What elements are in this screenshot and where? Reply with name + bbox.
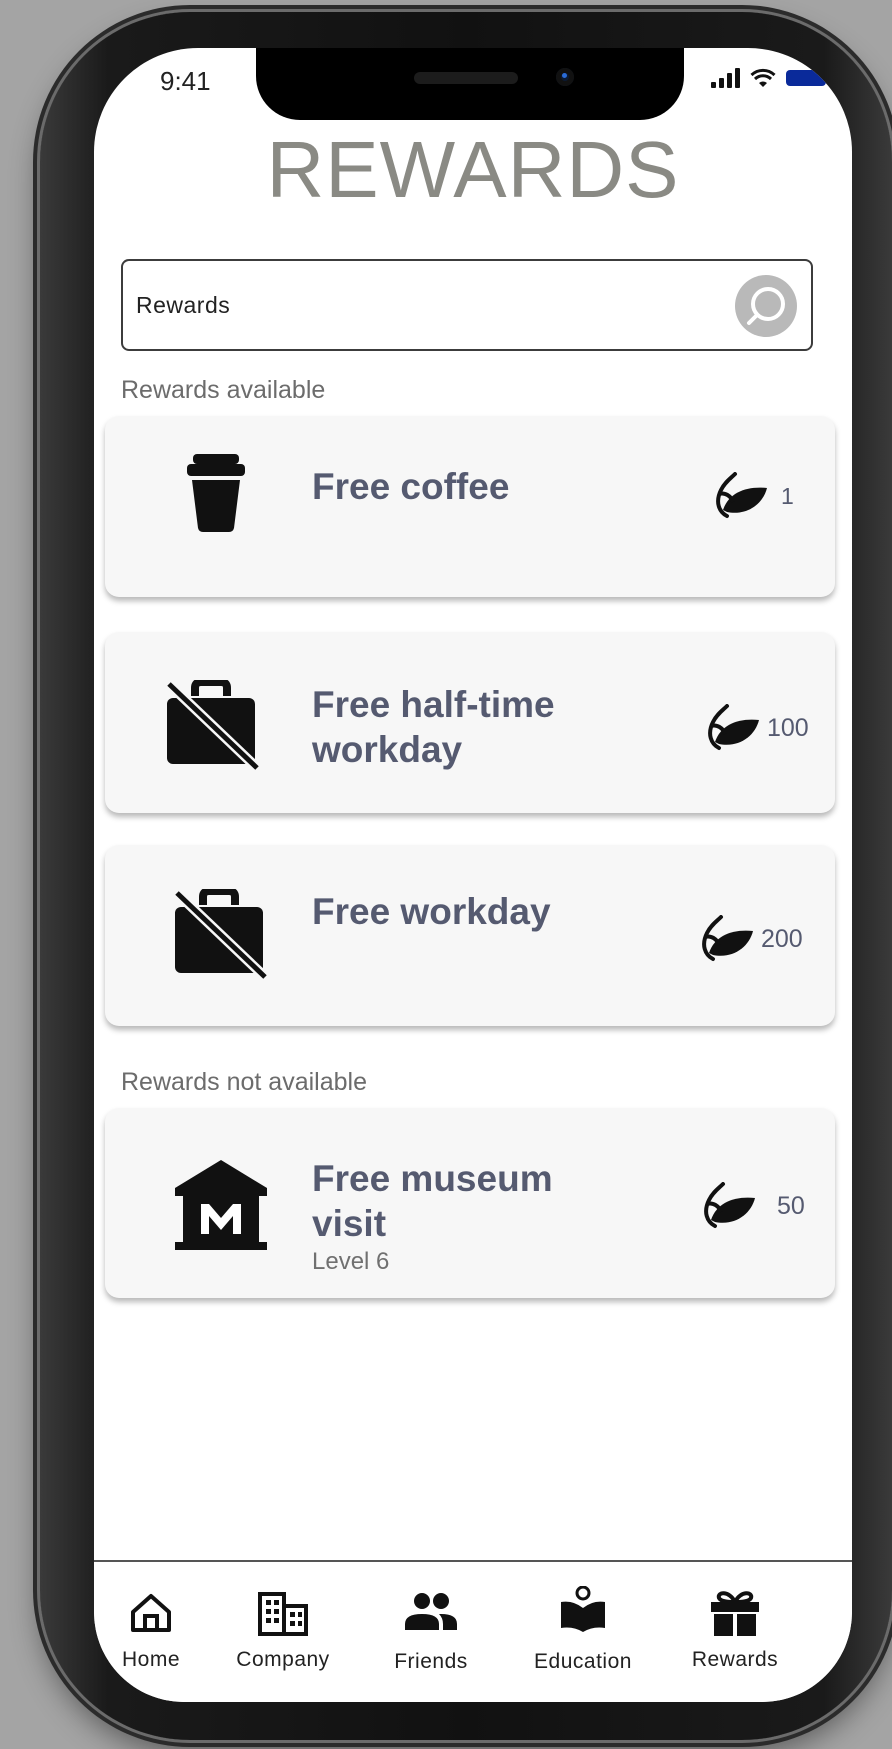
reward-name: Free coffee xyxy=(312,466,510,507)
notch xyxy=(256,48,684,120)
reward-name: Free workday xyxy=(312,891,551,932)
search-icon xyxy=(747,287,785,325)
reward-card-free-half-time-workday[interactable]: Free half-time workday 100 xyxy=(105,632,835,813)
status-time: 9:41 xyxy=(160,66,211,96)
search-input[interactable]: Rewards xyxy=(136,292,230,319)
work-off-icon xyxy=(173,889,269,981)
work-off-icon xyxy=(165,680,261,772)
wifi-icon xyxy=(750,68,776,87)
reward-cost: 50 xyxy=(701,1182,805,1230)
building-icon xyxy=(258,1592,308,1636)
reward-card-free-coffee[interactable]: Free coffee 1 xyxy=(105,416,835,597)
gift-icon xyxy=(711,1591,759,1636)
leaf-points-icon xyxy=(702,915,753,961)
reward-cost-value: 200 xyxy=(761,924,803,953)
leaf-points-icon xyxy=(716,472,767,518)
app-screen: 9:41 REWARDS Rewards Rewards available F… xyxy=(94,48,852,1702)
speaker xyxy=(414,72,518,84)
reward-cost: 200 xyxy=(699,915,803,963)
reward-cost-value: 100 xyxy=(767,713,809,742)
reward-cost-value: 50 xyxy=(777,1191,805,1220)
nav-label: Home xyxy=(121,1648,181,1671)
reward-cost: 1 xyxy=(713,472,794,520)
section-label-available: Rewards available xyxy=(121,376,326,404)
search-field[interactable]: Rewards xyxy=(121,259,813,351)
home-icon xyxy=(131,1594,171,1632)
coffee-cup-icon xyxy=(187,454,245,532)
museum-icon xyxy=(175,1160,267,1250)
nav-label: Education xyxy=(534,1650,632,1673)
front-camera xyxy=(556,68,574,86)
reward-name: Free half-time workday xyxy=(312,684,555,770)
bottom-nav: Home Company Friends Education Rewards xyxy=(94,1562,852,1702)
section-label-unavailable: Rewards not available xyxy=(121,1068,367,1096)
reward-cost: 100 xyxy=(705,704,809,752)
people-icon xyxy=(405,1593,457,1630)
nav-label: Friends xyxy=(394,1650,468,1673)
search-button[interactable] xyxy=(735,275,797,337)
battery-icon xyxy=(786,70,826,86)
leaf-points-icon xyxy=(704,1182,755,1228)
reward-card-free-museum-visit[interactable]: Free museum visit Level 6 50 xyxy=(105,1108,835,1298)
reward-name: Free museum visit xyxy=(312,1158,553,1244)
page-title: REWARDS xyxy=(266,125,680,214)
nav-label: Company xyxy=(236,1648,330,1671)
cellular-signal-icon xyxy=(711,68,740,88)
reward-cost-value: 1 xyxy=(781,482,794,509)
reward-card-free-workday[interactable]: Free workday 200 xyxy=(105,845,835,1026)
status-icons xyxy=(711,68,826,88)
book-reader-icon xyxy=(561,1586,605,1632)
leaf-points-icon xyxy=(708,704,759,750)
reward-requirement: Level 6 xyxy=(312,1248,390,1275)
nav-label: Rewards xyxy=(691,1648,779,1671)
